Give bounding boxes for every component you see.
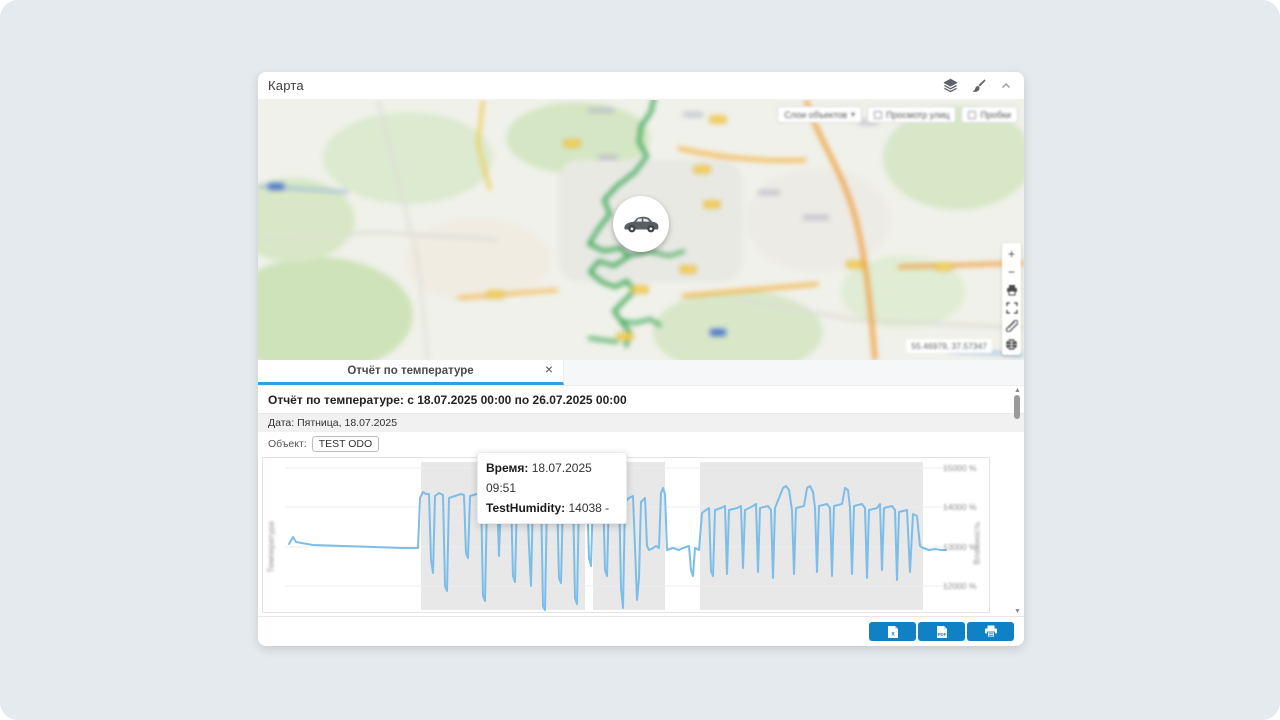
globe-button[interactable] bbox=[1003, 335, 1020, 353]
report-content: Отчёт по температуре: с 18.07.2025 00:00… bbox=[258, 386, 1024, 616]
scrollbar-thumb[interactable] bbox=[1014, 395, 1020, 419]
print-map-button[interactable] bbox=[1003, 281, 1020, 299]
export-excel-button[interactable]: x bbox=[869, 622, 916, 641]
checkbox-icon bbox=[874, 111, 882, 119]
tab-temperature-report[interactable]: Отчёт по температуре × bbox=[258, 360, 564, 385]
map-top-controls: Слои объектов ▾ Просмотр улиц Пробки bbox=[777, 106, 1018, 123]
y-axis-label: Температура bbox=[266, 521, 276, 572]
svg-text:PDF: PDF bbox=[937, 632, 946, 637]
report-title: Отчёт по температуре: с 18.07.2025 00:00… bbox=[258, 386, 1024, 414]
measure-ruler-button[interactable] bbox=[1003, 317, 1020, 335]
tooltip-sensor-row: TestHumidity: 14038 - bbox=[486, 498, 618, 518]
object-label: Объект: bbox=[268, 438, 307, 450]
chevron-down-icon: ▾ bbox=[851, 110, 855, 119]
map-tool-stack: + − bbox=[1002, 243, 1021, 355]
report-footer: x PDF bbox=[258, 616, 1024, 646]
traffic-label: Пробки bbox=[980, 110, 1011, 120]
pdf-file-icon: PDF bbox=[936, 625, 948, 639]
panel-header-actions bbox=[942, 78, 1014, 94]
brush-icon[interactable] bbox=[970, 78, 986, 94]
report-date-row: Дата: Пятница, 18.07.2025 bbox=[258, 414, 1024, 432]
car-icon bbox=[622, 213, 660, 235]
collapse-chevron-icon[interactable] bbox=[998, 78, 1014, 94]
export-pdf-button[interactable]: PDF bbox=[918, 622, 965, 641]
vehicle-marker[interactable] bbox=[613, 196, 669, 252]
y2-tick: 14000 % bbox=[943, 502, 985, 512]
report-object-row: Объект: TEST ODO bbox=[258, 432, 1024, 457]
layers-dropdown-label: Слои объектов bbox=[784, 110, 847, 120]
panel-header: Карта bbox=[258, 72, 1024, 100]
object-chip[interactable]: TEST ODO bbox=[312, 436, 379, 452]
chart-tooltip: Время: 18.07.2025 09:51 TestHumidity: 14… bbox=[477, 452, 627, 524]
tooltip-time-row: Время: 18.07.2025 09:51 bbox=[486, 458, 618, 498]
y2-tick: 13000 % bbox=[943, 542, 985, 552]
map-coordinates: 55.46979, 37.57347 bbox=[906, 339, 992, 353]
layers-icon[interactable] bbox=[942, 78, 958, 94]
excel-file-icon: x bbox=[887, 625, 899, 639]
checkbox-icon bbox=[968, 111, 976, 119]
zoom-in-button[interactable]: + bbox=[1003, 245, 1020, 263]
page-background: Карта bbox=[0, 0, 1280, 720]
street-view-checkbox[interactable]: Просмотр улиц bbox=[867, 106, 956, 123]
zoom-out-button[interactable]: − bbox=[1003, 263, 1020, 281]
tab-label: Отчёт по температуре bbox=[347, 365, 473, 377]
map-report-panel: Карта bbox=[258, 72, 1024, 646]
close-tab-icon[interactable]: × bbox=[545, 361, 553, 377]
map-area[interactable]: Слои объектов ▾ Просмотр улиц Пробки + − bbox=[258, 100, 1024, 360]
report-tab-bar: Отчёт по температуре × bbox=[258, 360, 1024, 386]
y2-tick: 12000 % bbox=[943, 581, 985, 591]
street-view-label: Просмотр улиц bbox=[886, 110, 949, 120]
panel-title: Карта bbox=[268, 78, 304, 93]
scroll-up-icon[interactable]: ▲ bbox=[1014, 387, 1021, 394]
print-report-button[interactable] bbox=[967, 622, 1014, 641]
chart-canvas bbox=[263, 458, 991, 614]
y2-tick: 15000 % bbox=[943, 463, 985, 473]
layers-dropdown[interactable]: Слои объектов ▾ bbox=[777, 106, 862, 123]
printer-icon bbox=[984, 625, 998, 638]
fit-screen-button[interactable] bbox=[1003, 299, 1020, 317]
scroll-down-icon[interactable]: ▼ bbox=[1014, 608, 1021, 615]
temperature-chart[interactable]: Температура Влажность 15000 % 14000 % 13… bbox=[262, 457, 990, 613]
report-scrollbar[interactable]: ▲ ▼ bbox=[1012, 386, 1022, 616]
traffic-checkbox[interactable]: Пробки bbox=[961, 106, 1018, 123]
